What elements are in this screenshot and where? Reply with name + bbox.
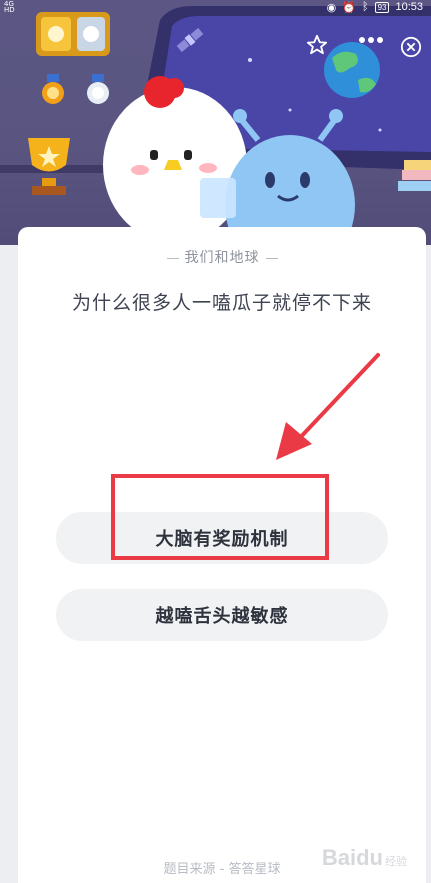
annotation-arrow [276,353,380,460]
baidu-watermark: Baidu 经验 [321,845,407,870]
